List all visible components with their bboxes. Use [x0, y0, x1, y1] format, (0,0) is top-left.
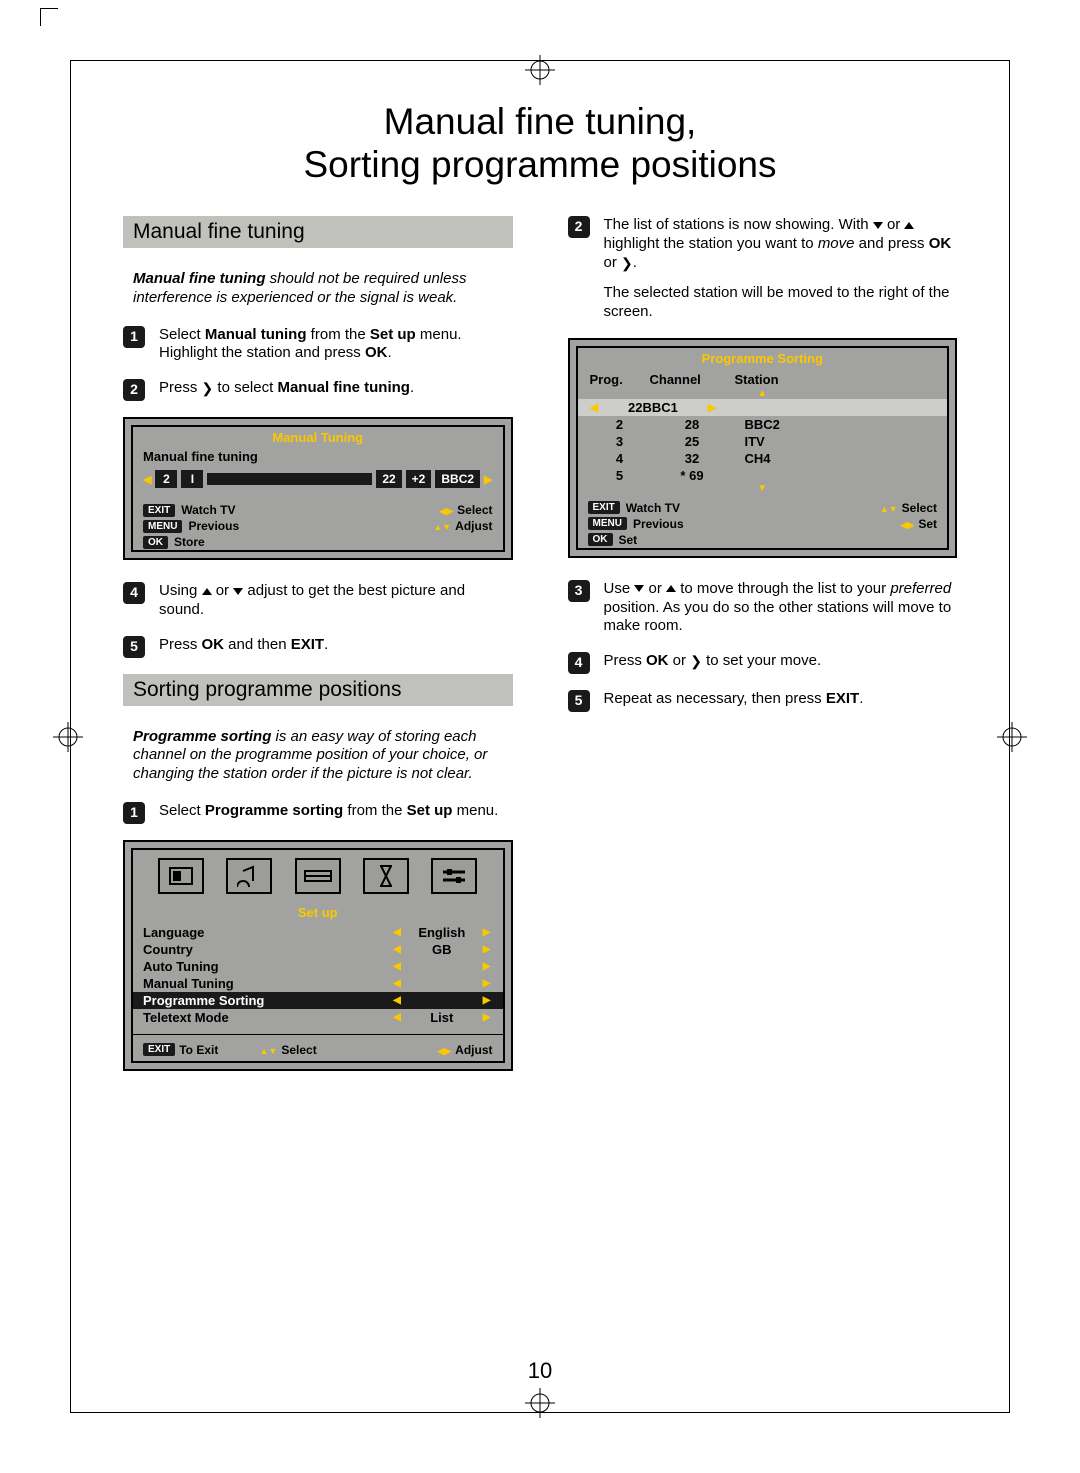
- lr-arrows-icon: [437, 1043, 451, 1057]
- table-row: 5* 69: [590, 467, 936, 484]
- step-2: 2 Press ❯ to select Manual fine tuning.: [123, 379, 513, 401]
- intro-text: Manual fine tuning should not be require…: [133, 270, 503, 308]
- page-frame: Manual fine tuning, Sorting programme po…: [70, 60, 1010, 1413]
- table-row: 325ITV: [590, 433, 936, 450]
- ud-arrows-icon: [433, 519, 451, 533]
- lr-arrows-icon: [900, 517, 914, 531]
- sound-tab-icon: [226, 858, 272, 894]
- down-caret-icon: [634, 585, 644, 592]
- step-3: 3 Use or to move through the list to you…: [568, 580, 958, 636]
- step-number-icon: 4: [568, 652, 590, 674]
- intro-text: Programme sorting is an easy way of stor…: [133, 728, 503, 784]
- right-column: 2 The list of stations is now showing. W…: [568, 208, 958, 1093]
- step-number-icon: 1: [123, 802, 145, 824]
- left-arrow-icon: ◀: [590, 401, 598, 414]
- menu-item: Manual Tuning◀▶: [143, 975, 493, 992]
- osd-manual-tuning: Manual Tuning Manual fine tuning ◀ 2 I 2…: [123, 417, 513, 560]
- menu-item: Country◀GB▶: [143, 941, 493, 958]
- step-number-icon: 5: [568, 690, 590, 712]
- table-row: 228BBC2: [590, 416, 936, 433]
- right-arrow-icon: ▶: [484, 473, 492, 486]
- ud-arrows-icon: [260, 1043, 278, 1057]
- osd-programme-sorting: Programme Sorting Prog.ChannelStation ▲ …: [568, 338, 958, 558]
- picture-tab-icon: [158, 858, 204, 894]
- page-number: 10: [71, 1358, 1009, 1384]
- page-title: Manual fine tuning, Sorting programme po…: [123, 101, 957, 186]
- step-number-icon: 4: [123, 582, 145, 604]
- right-arrow-icon: ▶: [708, 401, 716, 414]
- step-number-icon: 2: [568, 216, 590, 238]
- down-caret-icon: [873, 222, 883, 229]
- menu-item: Language◀English▶: [143, 924, 493, 941]
- setup-tab-icon: [431, 858, 477, 894]
- up-caret-icon: [666, 585, 676, 592]
- step-4: 4 Press OK or ❯ to set your move.: [568, 652, 958, 674]
- step-5: 5 Repeat as necessary, then press EXIT.: [568, 690, 958, 712]
- registration-mark-top: [525, 55, 555, 85]
- osd-subtitle: Manual fine tuning: [133, 447, 503, 466]
- step-number-icon: 2: [123, 379, 145, 401]
- down-arrow-icon: ▼: [590, 484, 936, 494]
- menu-item: Auto Tuning◀▶: [143, 958, 493, 975]
- up-caret-icon: [202, 588, 212, 595]
- left-arrow-icon: ◀: [143, 473, 151, 486]
- step-4: 4 Using or adjust to get the best pictur…: [123, 582, 513, 620]
- step-5: 5 Press OK and then EXIT.: [123, 636, 513, 658]
- osd-title: Programme Sorting: [578, 348, 948, 368]
- step-1: 1 Select Programme sorting from the Set …: [123, 802, 513, 824]
- right-chevron-icon: ❯: [202, 381, 214, 395]
- table-row: 432CH4: [590, 450, 936, 467]
- ud-arrows-icon: [880, 501, 898, 515]
- lr-arrows-icon: [439, 503, 453, 517]
- left-column: Manual fine tuning Manual fine tuning sh…: [123, 208, 513, 1093]
- registration-mark-right: [997, 722, 1027, 752]
- osd-setup: Set up Language◀English▶Country◀GB▶Auto …: [123, 840, 513, 1071]
- right-chevron-icon: ❯: [621, 256, 633, 270]
- step-1: 1 Select Manual tuning from the Set up m…: [123, 326, 513, 364]
- selected-row: ◀22BBC1▶: [578, 399, 948, 416]
- right-chevron-icon: ❯: [690, 654, 702, 668]
- osd-title: Manual Tuning: [133, 427, 503, 447]
- tuning-bar: ◀ 2 I 22 +2 BBC2 ▶: [133, 466, 503, 492]
- registration-mark-left: [53, 722, 83, 752]
- menu-item: Teletext Mode◀List▶: [143, 1009, 493, 1026]
- feature-tab-icon: [295, 858, 341, 894]
- up-caret-icon: [904, 222, 914, 229]
- registration-mark-bottom: [525, 1388, 555, 1418]
- menu-item: Programme Sorting◀▶: [133, 992, 503, 1009]
- down-caret-icon: [233, 588, 243, 595]
- setup-menu-list: Language◀English▶Country◀GB▶Auto Tuning◀…: [133, 922, 503, 1030]
- section-heading: Sorting programme positions: [123, 674, 513, 706]
- step-number-icon: 3: [568, 580, 590, 602]
- step-number-icon: 5: [123, 636, 145, 658]
- up-arrow-icon: ▲: [590, 389, 936, 399]
- section-heading: Manual fine tuning: [123, 216, 513, 248]
- timer-tab-icon: [363, 858, 409, 894]
- osd-title: Set up: [133, 902, 503, 922]
- step-number-icon: 1: [123, 326, 145, 348]
- step-2: 2 The list of stations is now showing. W…: [568, 216, 958, 322]
